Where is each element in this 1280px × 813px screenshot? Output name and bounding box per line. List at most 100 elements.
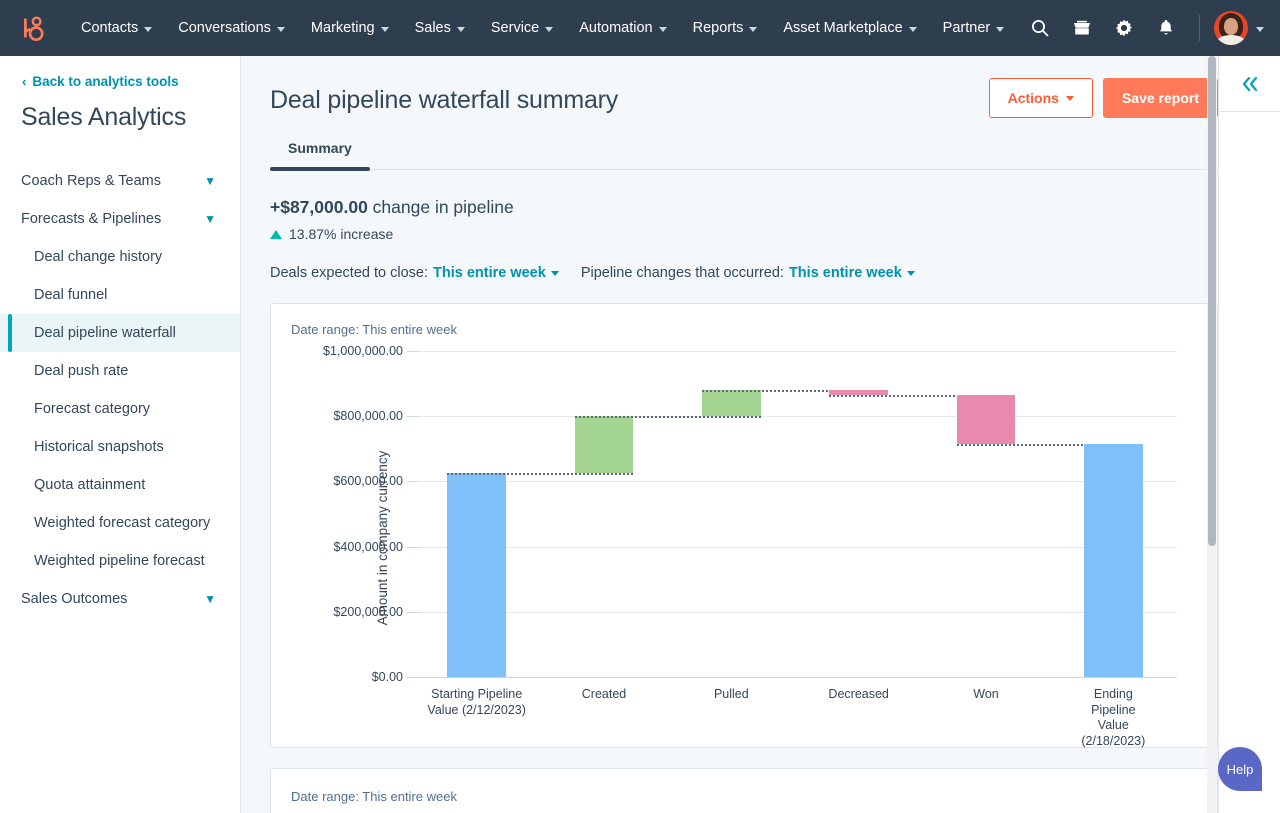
sidebar-item-weighted-forecast-category[interactable]: Weighted forecast category [0, 504, 240, 542]
nav-item-contacts[interactable]: Contacts [68, 14, 165, 42]
gridline [413, 351, 1177, 352]
gridline [413, 677, 1177, 678]
pipeline-change-suffix: change in pipeline [368, 197, 514, 217]
sidebar-item-historical-snapshots[interactable]: Historical snapshots [0, 428, 240, 466]
sidebar-group-sales-outcomes[interactable]: Sales Outcomes ▼ [0, 580, 240, 618]
nav-item-label: Partner [943, 20, 991, 36]
sidebar-item-deal-push-rate[interactable]: Deal push rate [0, 352, 240, 390]
collapse-panel-button[interactable] [1219, 56, 1280, 112]
sidebar-group-forecasts-pipelines[interactable]: Forecasts & Pipelines ▼ [0, 200, 240, 238]
filter-pipeline-changes-occurred: Pipeline changes that occurred: This ent… [581, 265, 915, 281]
nav-item-reports[interactable]: Reports [680, 14, 771, 42]
nav-item-label: Contacts [81, 20, 138, 36]
tab-label: Summary [288, 140, 352, 156]
chevron-down-icon [381, 27, 389, 32]
right-rail [1218, 56, 1280, 813]
chart-date-range-label: Date range: This entire week [291, 322, 1197, 337]
waterfall-bar[interactable] [575, 416, 634, 472]
tab-summary[interactable]: Summary [270, 140, 370, 169]
marketplace-icon[interactable] [1063, 9, 1101, 47]
waterfall-bar[interactable] [1084, 444, 1143, 677]
nav-item-label: Automation [579, 20, 652, 36]
chevron-down-icon [457, 27, 465, 32]
y-axis-tick-label: $200,000.00 [333, 605, 403, 619]
save-report-label: Save report [1122, 90, 1199, 106]
sidebar-nav-list: Coach Reps & Teams ▼ Forecasts & Pipelin… [0, 162, 240, 618]
sidebar-title: Sales Analytics [0, 89, 240, 132]
nav-item-marketing[interactable]: Marketing [298, 14, 402, 42]
gridline [413, 481, 1177, 482]
sidebar-item-quota-attainment[interactable]: Quota attainment [0, 466, 240, 504]
pipeline-change-delta: 13.87% increase [270, 226, 1218, 242]
help-button[interactable]: Help [1218, 747, 1262, 791]
nav-divider [1199, 15, 1200, 41]
nav-item-conversations[interactable]: Conversations [165, 14, 298, 42]
scrollbar-thumb[interactable] [1208, 56, 1216, 546]
waterfall-chart: Amount in company currency $0.00$200,000… [291, 343, 1197, 733]
sidebar-item-deal-pipeline-waterfall[interactable]: Deal pipeline waterfall [0, 314, 240, 352]
search-icon[interactable] [1021, 9, 1059, 47]
avatar [1214, 11, 1248, 45]
waterfall-connector [575, 416, 761, 418]
filter-value-dropdown[interactable]: This entire week [789, 265, 915, 281]
waterfall-bar[interactable] [702, 390, 761, 416]
account-menu[interactable] [1214, 11, 1264, 45]
chevron-down-icon [277, 27, 285, 32]
nav-item-service[interactable]: Service [478, 14, 566, 42]
sidebar-item-label: Deal pipeline waterfall [34, 325, 176, 341]
actions-button-label: Actions [1008, 90, 1059, 106]
chevron-down-icon: ▼ [204, 213, 216, 225]
tab-bar: Summary [270, 140, 1218, 170]
waterfall-bar[interactable] [957, 395, 1016, 444]
pipeline-change-headline: +$87,000.00 change in pipeline [270, 197, 1218, 218]
nav-item-automation[interactable]: Automation [566, 14, 679, 42]
x-axis-tick-label: Starting PipelineValue (2/12/2023) [427, 687, 525, 718]
sidebar-item-forecast-category[interactable]: Forecast category [0, 390, 240, 428]
triangle-up-icon [270, 230, 282, 239]
sidebar-item-weighted-pipeline-forecast[interactable]: Weighted pipeline forecast [0, 542, 240, 580]
sidebar-item-label: Deal funnel [34, 287, 107, 303]
sidebar-group-label: Forecasts & Pipelines [21, 211, 161, 227]
chevron-down-icon [909, 27, 917, 32]
main-content: Deal pipeline waterfall summary Actions … [241, 56, 1280, 813]
waterfall-connector [447, 473, 633, 475]
notifications-bell-icon[interactable] [1147, 9, 1185, 47]
filter-value-dropdown[interactable]: This entire week [433, 265, 559, 281]
sidebar-item-deal-change-history[interactable]: Deal change history [0, 238, 240, 276]
chevron-down-icon [551, 271, 559, 276]
settings-gear-icon[interactable] [1105, 9, 1143, 47]
sidebar-item-deal-funnel[interactable]: Deal funnel [0, 276, 240, 314]
help-button-label: Help [1227, 762, 1254, 777]
sidebar-group-coach-reps-teams[interactable]: Coach Reps & Teams ▼ [0, 162, 240, 200]
nav-item-partner[interactable]: Partner [930, 14, 1018, 42]
filter-deals-expected-to-close: Deals expected to close: This entire wee… [270, 265, 559, 281]
top-nav-utility-area [1021, 9, 1264, 47]
pipeline-change-amount: +$87,000.00 [270, 197, 368, 217]
waterfall-bar[interactable] [447, 473, 506, 677]
back-to-analytics-tools-link[interactable]: ‹ Back to analytics tools [0, 74, 240, 89]
hubspot-sprocket-logo[interactable] [16, 13, 46, 43]
y-axis-tick-label: $800,000.00 [333, 409, 403, 423]
x-axis-tick-label: Decreased [828, 687, 888, 703]
back-link-label: Back to analytics tools [32, 74, 178, 89]
nav-item-sales[interactable]: Sales [402, 14, 478, 42]
summary-section: +$87,000.00 change in pipeline 13.87% in… [270, 197, 1218, 281]
waterfall-chart-card: Date range: This entire week Amount in c… [270, 303, 1218, 748]
gridline [413, 612, 1177, 613]
y-axis-tick-label: $400,000.00 [333, 540, 403, 554]
filter-row: Deals expected to close: This entire wee… [270, 265, 1218, 281]
y-axis-tick-label: $1,000,000.00 [323, 344, 403, 358]
nav-item-label: Marketing [311, 20, 375, 36]
filter-value-label: This entire week [433, 265, 546, 281]
save-report-button[interactable]: Save report [1103, 78, 1218, 118]
page-scrollbar[interactable] [1207, 56, 1217, 813]
secondary-chart-card: Date range: This entire week [270, 768, 1218, 813]
x-axis-tick-label: Created [582, 687, 626, 703]
nav-item-label: Asset Marketplace [783, 20, 902, 36]
sidebar-group-label: Sales Outcomes [21, 591, 127, 607]
nav-item-asset-marketplace[interactable]: Asset Marketplace [770, 14, 929, 42]
sidebar: ‹ Back to analytics tools Sales Analytic… [0, 56, 241, 813]
actions-button[interactable]: Actions [989, 78, 1093, 118]
y-axis-tick-label: $0.00 [372, 670, 403, 684]
x-axis-tick-label: Won [973, 687, 998, 703]
